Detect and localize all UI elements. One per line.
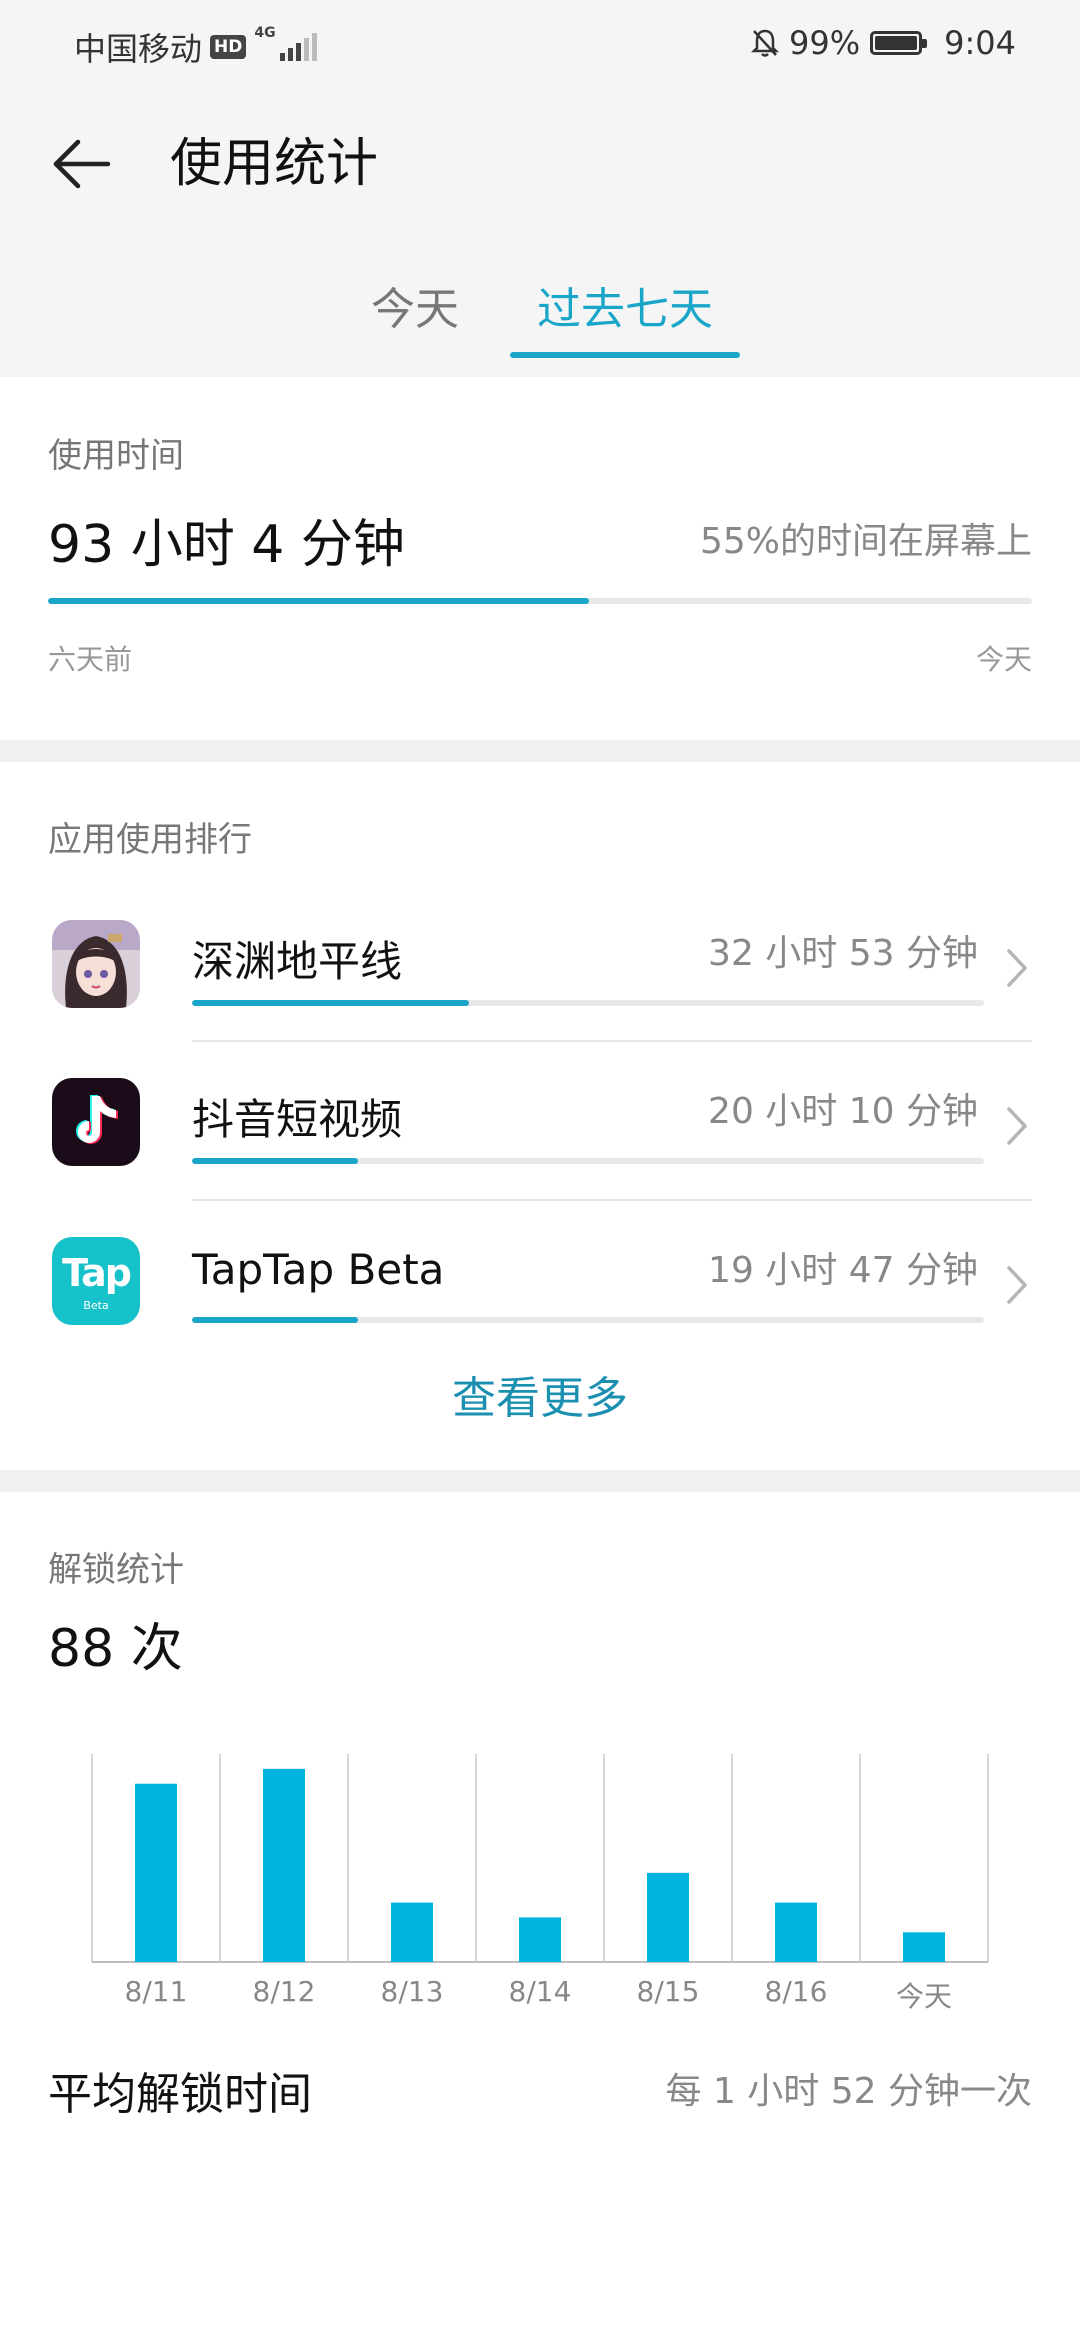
anime-girl-app-icon (52, 920, 140, 1008)
usage-time-label: 使用时间 (48, 436, 184, 476)
tab-today[interactable]: 今天 (345, 270, 485, 360)
taptap-logo-text: Tap (62, 1251, 132, 1295)
screen-ratio-bar (48, 598, 1032, 604)
battery-icon (870, 31, 928, 55)
section-divider (0, 740, 1080, 762)
app-usage-fill (192, 1158, 359, 1164)
chart-bar (519, 1917, 561, 1962)
battery-level (875, 36, 917, 50)
app-bar: 使用统计 (0, 100, 1080, 230)
see-more-button[interactable]: 查看更多 (0, 1362, 1080, 1426)
screen-ratio-text: 55%的时间在屏幕上 (699, 521, 1032, 562)
chart-x-tick-label: 8/13 (380, 1975, 444, 2008)
chart-x-tick-label: 8/15 (636, 1975, 700, 2008)
chevron-right-icon (1007, 1266, 1027, 1304)
ranking-title: 应用使用排行 (48, 820, 252, 860)
rank-row-taptap[interactable]: Tap Beta TapTap Beta 19 小时 47 分钟 (0, 1207, 1080, 1365)
unlock-count: 88 次 (48, 1619, 183, 1679)
battery-percent: 99% (789, 24, 861, 62)
app-name: 抖音短视频 (192, 1095, 403, 1144)
chart-bar (263, 1768, 305, 1962)
range-end-label: 今天 (975, 643, 1032, 676)
avg-unlock-label: 平均解锁时间 (48, 2069, 312, 2120)
chart-x-tick-label: 8/12 (252, 1975, 316, 2008)
unlock-chart: 8/11 8/12 8/13 8/14 8/15 8/16 今天 (90, 1750, 990, 2013)
back-arrow-icon (53, 139, 111, 189)
chevron-right-icon (1007, 1107, 1027, 1145)
tab-past-seven-days[interactable]: 过去七天 (510, 270, 740, 360)
app-usage-time: 20 小时 10 分钟 (708, 1091, 978, 1132)
chart-x-tick-label: 8/16 (764, 1975, 828, 2008)
app-usage-bar (192, 1000, 984, 1006)
rank-row-abyss-horizon[interactable]: 深渊地平线 32 小时 53 分钟 (0, 890, 1080, 1048)
clock: 9:04 (944, 24, 1016, 62)
unlock-stats-label: 解锁统计 (48, 1550, 184, 1590)
app-usage-bar (192, 1317, 984, 1323)
section-divider (0, 1470, 1080, 1492)
chart-x-tick-label: 8/14 (508, 1975, 572, 2008)
app-usage-fill (192, 1317, 359, 1323)
chevron-right-icon (1007, 949, 1027, 987)
app-usage-time: 19 小时 47 分钟 (708, 1250, 978, 1291)
screen-ratio-fill (48, 598, 590, 604)
tab-bar: 今天 过去七天 (0, 270, 1080, 360)
unlock-bar-chart (91, 1754, 989, 1963)
network-type: 4G (254, 25, 276, 41)
chart-x-tick-label: 8/11 (124, 1975, 188, 2008)
chart-x-tick-label: 今天 (895, 1980, 952, 2013)
app-usage-time: 32 小时 53 分钟 (708, 933, 978, 974)
tab-indicator (510, 352, 740, 358)
chart-bar (647, 1872, 689, 1962)
chart-bar (135, 1783, 177, 1962)
mute-bell-icon (751, 29, 780, 57)
app-usage-fill (192, 1000, 470, 1006)
back-button[interactable] (46, 128, 118, 200)
app-name: 深渊地平线 (192, 937, 403, 986)
app-usage-bar (192, 1158, 984, 1164)
app-name: TapTap Beta (192, 1245, 445, 1294)
chart-bar (903, 1932, 945, 1962)
status-bar: 中国移动 HD 4G 99% 9:04 (0, 0, 1080, 90)
row-divider (192, 1040, 1032, 1042)
row-divider (192, 1199, 1032, 1201)
page-title: 使用统计 (170, 134, 379, 194)
taptap-logo-subtext: Beta (83, 1299, 109, 1312)
avg-unlock-value: 每 1 小时 52 分钟一次 (665, 2071, 1033, 2112)
usage-total: 93 小时 4 分钟 (48, 515, 405, 575)
rank-row-douyin[interactable]: 抖音短视频 20 小时 10 分钟 (0, 1048, 1080, 1206)
chart-bar (391, 1902, 433, 1962)
carrier-name: 中国移动 (74, 30, 203, 68)
range-start-label: 六天前 (48, 643, 133, 676)
taptap-icon: Tap Beta (52, 1237, 140, 1325)
tiktok-icon (52, 1078, 140, 1166)
hd-badge: HD (210, 35, 247, 59)
signal-icon (279, 33, 317, 61)
chart-bar (775, 1902, 817, 1962)
